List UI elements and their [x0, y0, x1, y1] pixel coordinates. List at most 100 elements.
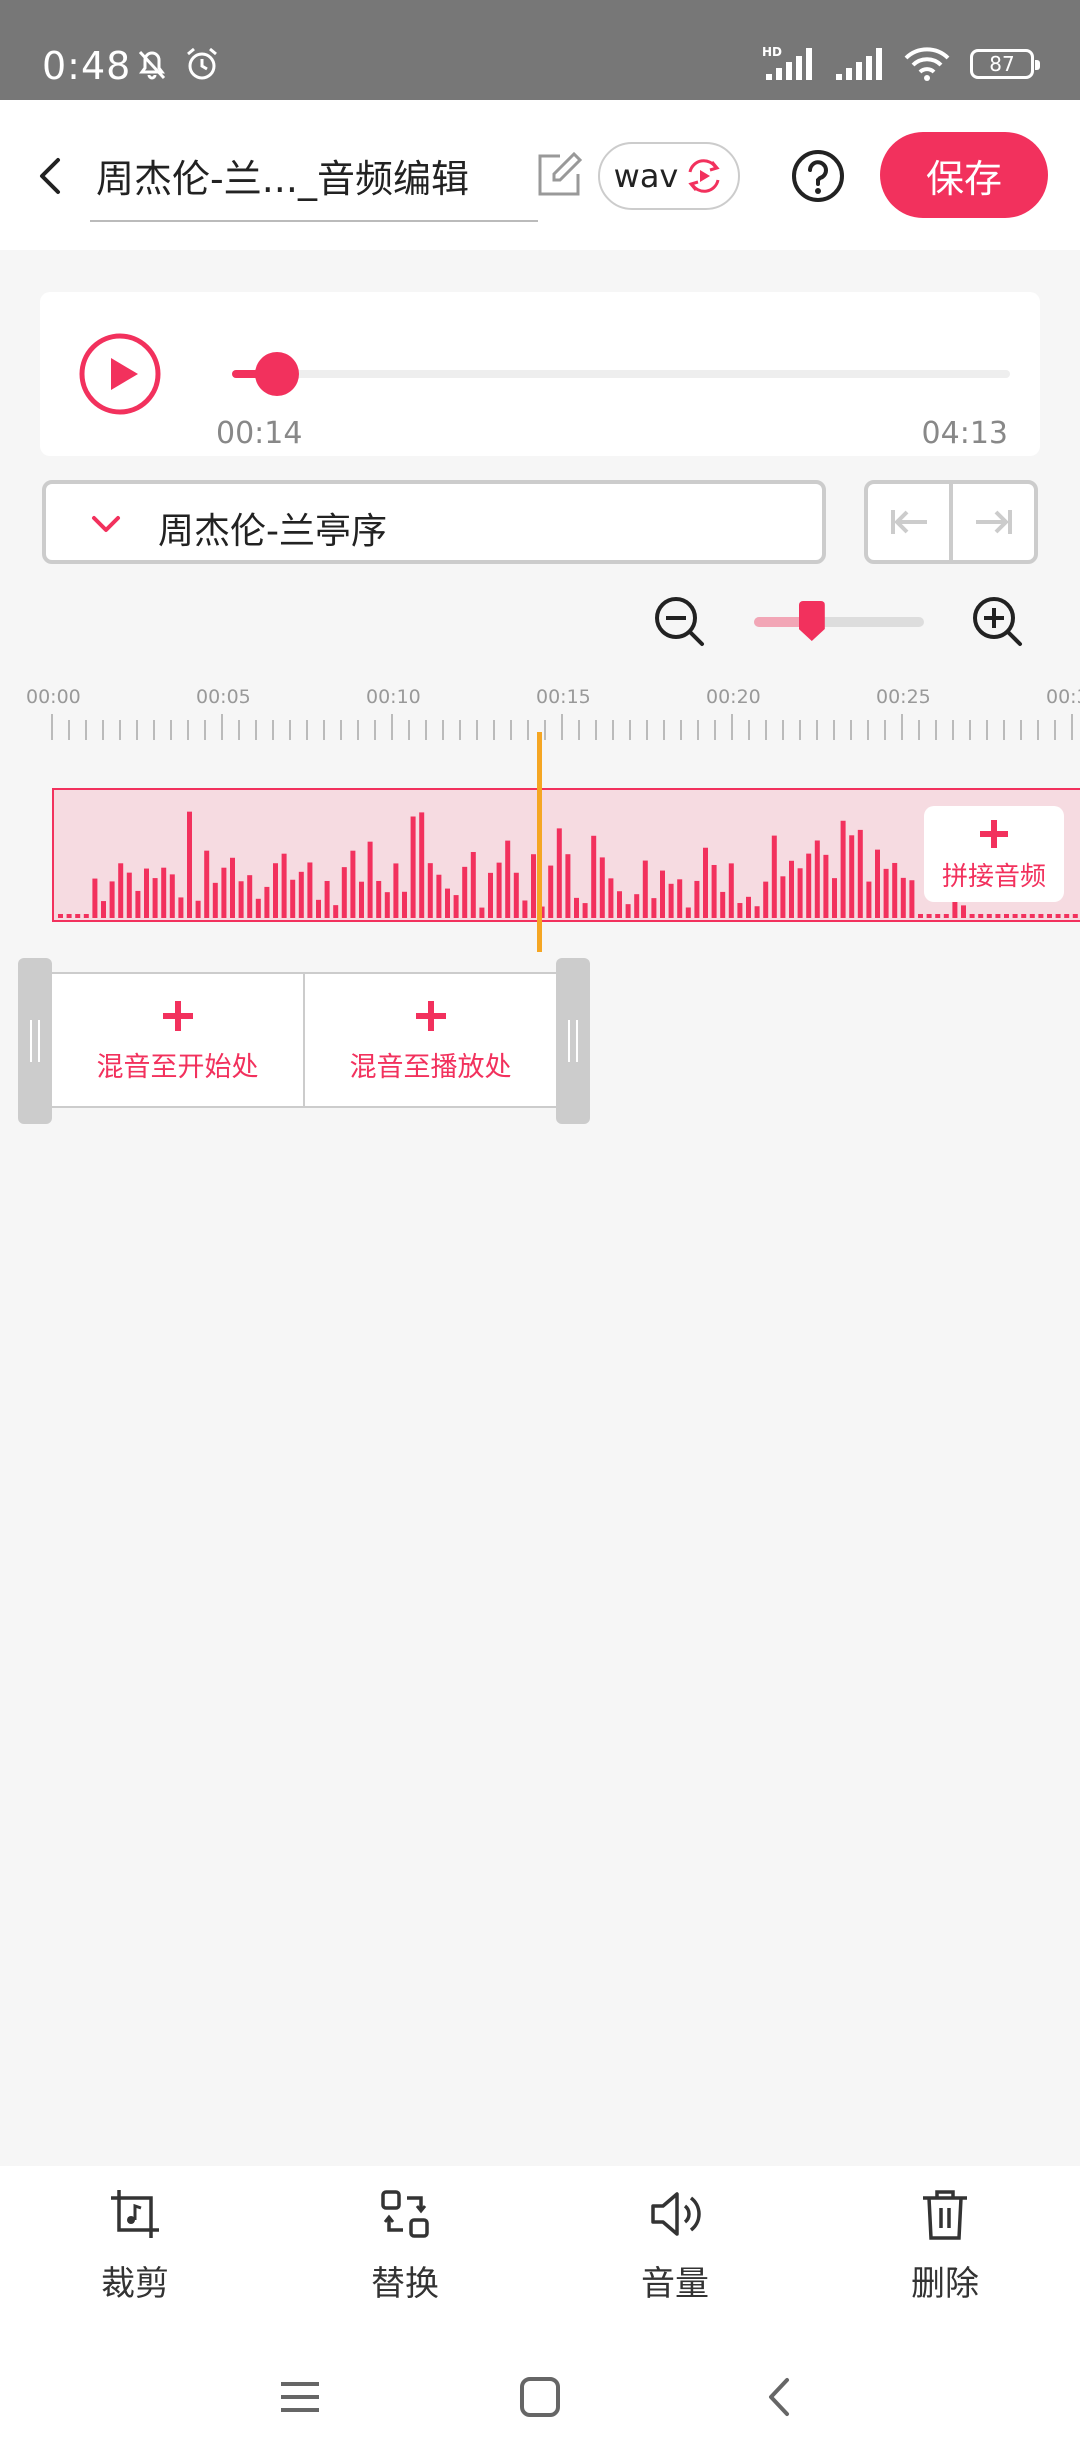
ruler-label: 00:20	[706, 686, 761, 708]
help-icon[interactable]	[790, 148, 846, 204]
signal-icon	[836, 48, 882, 80]
ruler-label: 00:10	[366, 686, 421, 708]
signal-hd-icon: HD	[762, 45, 812, 80]
zoom-knob[interactable]	[798, 601, 825, 641]
battery-icon: 87	[970, 49, 1040, 79]
save-button[interactable]: 保存	[880, 132, 1048, 218]
zoom-in-icon[interactable]	[970, 594, 1026, 650]
replace-label: 替换	[371, 2264, 439, 2304]
waveform-bar	[814, 840, 820, 918]
play-icon[interactable]	[78, 332, 162, 416]
waveform-bar	[1012, 914, 1018, 918]
waveform-bar	[453, 895, 459, 918]
crop-button[interactable]: 裁剪	[0, 2166, 270, 2336]
waveform-bar	[763, 881, 769, 918]
waveform-bar	[350, 850, 356, 918]
status-time: 0:48	[42, 44, 132, 88]
waveform-bar	[780, 876, 786, 918]
mix-to-start-button[interactable]: 混音至开始处	[52, 974, 303, 1106]
waveform-bar	[247, 875, 253, 918]
back-icon[interactable]	[24, 148, 80, 204]
waveform-bar	[806, 853, 812, 918]
progress-slider[interactable]	[232, 352, 1010, 396]
menu-icon[interactable]	[275, 2372, 325, 2422]
plus-icon	[162, 1000, 193, 1031]
mute-bell-icon	[138, 50, 166, 80]
waveform-bar	[298, 871, 304, 918]
waveform-bar	[281, 853, 287, 918]
splice-audio-label: 拼接音频	[941, 861, 1046, 892]
home-icon[interactable]	[515, 2372, 565, 2422]
waveform-bar	[187, 811, 192, 918]
track-name: 周杰伦-兰亭序	[158, 511, 387, 552]
waveform-bar	[771, 835, 777, 918]
waveform-bar	[204, 850, 210, 918]
waveform-bar	[359, 881, 364, 918]
jump-start-button[interactable]	[868, 484, 949, 560]
progress-knob[interactable]	[255, 352, 300, 396]
waveform-bar	[135, 890, 141, 918]
volume-button[interactable]: 音量	[540, 2166, 810, 2336]
ruler-label: 00:25	[876, 686, 931, 708]
waveform-bar	[548, 865, 554, 918]
waveform-bar	[75, 914, 81, 918]
jump-end-button[interactable]	[949, 484, 1034, 560]
waveform-bar	[926, 914, 932, 918]
waveform-bar	[556, 828, 562, 918]
waveform-bar	[943, 914, 949, 918]
waveform-bar	[634, 894, 640, 918]
zoom-slider[interactable]	[754, 601, 924, 641]
status-bar: 0:48 HD 87	[0, 0, 1080, 100]
waveform-bar	[866, 881, 872, 918]
time-ruler[interactable]: 00:00 00:05 00:10 00:15 00:20 00:25 00:3	[0, 680, 1080, 740]
waveform-bar	[402, 891, 407, 918]
waveform-bar	[849, 835, 855, 918]
waveform-bar	[230, 857, 235, 918]
title-input[interactable]	[90, 140, 538, 210]
waveform-bar	[152, 878, 158, 918]
delete-button[interactable]: 删除	[810, 2166, 1080, 2336]
mix-handle-right[interactable]	[556, 958, 590, 1124]
waveform-bar	[479, 907, 485, 918]
track-selector[interactable]: 周杰伦-兰亭序	[42, 480, 826, 564]
mix-handle-left[interactable]	[18, 958, 52, 1124]
network-tag: HD	[762, 45, 782, 59]
alarm-icon	[187, 47, 217, 80]
waveform-bar	[961, 905, 966, 918]
playhead[interactable]	[537, 732, 542, 952]
waveform-bar	[685, 907, 691, 918]
waveform-bar	[883, 868, 889, 918]
mix-options: 混音至开始处 混音至播放处	[52, 972, 556, 1108]
back-nav-icon[interactable]	[755, 2372, 805, 2422]
waveform-bar	[496, 862, 502, 918]
waveform-bar	[324, 880, 330, 918]
format-toggle[interactable]: wav	[598, 142, 740, 210]
zoom-out-icon[interactable]	[652, 594, 708, 650]
waveform-bar	[582, 903, 588, 918]
waveform-bar	[531, 854, 536, 918]
mix-to-playhead-button[interactable]: 混音至播放处	[303, 974, 556, 1106]
jump-start-icon	[890, 510, 927, 534]
splice-audio-button[interactable]: 拼接音频	[924, 806, 1064, 902]
title-field[interactable]	[90, 140, 538, 222]
waveform-bar	[591, 835, 597, 918]
replace-icon	[381, 2190, 429, 2238]
waveform-bar	[737, 903, 743, 918]
convert-icon	[688, 159, 720, 193]
waveform-bar	[720, 891, 726, 918]
waveform-bar	[144, 868, 149, 918]
waveform-bar	[470, 851, 476, 918]
waveform-bar	[660, 870, 665, 918]
chevron-down-icon	[92, 516, 120, 532]
waveform-bar	[410, 816, 416, 918]
waveform-bar	[238, 881, 244, 918]
waveform-bar	[574, 897, 579, 918]
volume-label: 音量	[641, 2264, 709, 2304]
replace-button[interactable]: 替换	[270, 2166, 540, 2336]
crop-music-icon	[111, 2190, 159, 2238]
waveform-bar	[995, 914, 1001, 918]
waveform-bar	[797, 868, 803, 918]
waveform-bar	[333, 905, 339, 918]
waveform-bar	[255, 898, 261, 918]
edit-icon[interactable]	[534, 150, 584, 200]
